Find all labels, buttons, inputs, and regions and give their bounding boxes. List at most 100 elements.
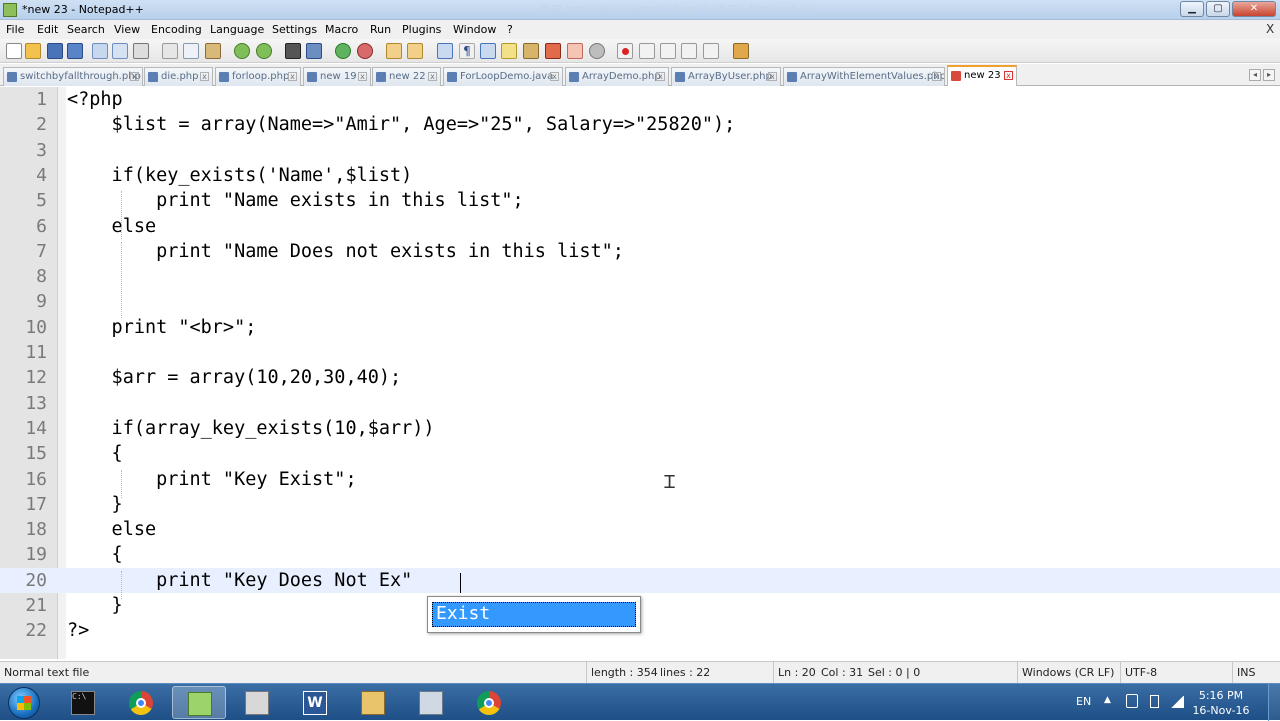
line-number: 19	[25, 544, 47, 566]
sync-horizontal-icon[interactable]	[407, 43, 423, 59]
taskbar-paint[interactable]	[346, 686, 400, 719]
redo-icon[interactable]	[256, 43, 272, 59]
record-macro-icon[interactable]	[617, 43, 633, 59]
line-number: 12	[25, 367, 47, 389]
show-desktop-button[interactable]	[1268, 684, 1280, 721]
volume-icon[interactable]	[1126, 694, 1138, 708]
open-file-icon[interactable]	[25, 43, 41, 59]
editor-area[interactable]: 1 <?php 2 $list = array(Name=>"Amir", Age…	[0, 87, 1280, 659]
print-icon[interactable]	[133, 43, 149, 59]
menu-macro[interactable]: Macro	[325, 23, 358, 36]
close-file-icon[interactable]	[92, 43, 108, 59]
save-macro-icon[interactable]	[703, 43, 719, 59]
new-file-icon[interactable]	[6, 43, 22, 59]
tab-arraybyuser[interactable]: ArrayByUser.php x	[671, 67, 781, 86]
status-encoding[interactable]: UTF-8	[1120, 662, 1157, 684]
start-button[interactable]	[4, 685, 44, 721]
taskbar-calculator[interactable]	[404, 686, 458, 719]
tab-close-icon[interactable]: x	[656, 72, 665, 81]
tab-new-22[interactable]: new 22 x	[372, 67, 441, 86]
user-defined-language-icon[interactable]	[501, 43, 517, 59]
tab-arraydemo[interactable]: ArrayDemo.php x	[565, 67, 669, 86]
zoom-in-icon[interactable]	[335, 43, 351, 59]
show-all-characters-icon[interactable]: ¶	[459, 43, 475, 59]
tab-close-icon[interactable]: x	[768, 72, 777, 81]
zoom-out-icon[interactable]	[357, 43, 373, 59]
menu-help[interactable]: ?	[507, 23, 513, 36]
taskbar-cmd[interactable]: C:\	[56, 686, 110, 719]
network-signal-icon[interactable]	[1170, 696, 1184, 708]
cut-icon[interactable]	[162, 43, 178, 59]
monitoring-icon[interactable]	[589, 43, 605, 59]
taskbar-chrome[interactable]	[114, 686, 168, 719]
menu-run[interactable]: Run	[370, 23, 391, 36]
tab-scroll-left-icon[interactable]: ◂	[1249, 69, 1261, 81]
taskbar-notepad-plus-plus[interactable]	[172, 686, 226, 719]
tab-close-icon[interactable]: x	[358, 72, 367, 81]
menu-plugins[interactable]: Plugins	[402, 23, 441, 36]
tab-close-icon[interactable]: x	[200, 72, 209, 81]
minimize-button[interactable]: ▁	[1180, 1, 1204, 17]
stop-macro-icon[interactable]	[639, 43, 655, 59]
tab-close-icon[interactable]: x	[130, 72, 139, 81]
printer-icon	[245, 691, 269, 715]
menu-search[interactable]: Search	[67, 23, 105, 36]
battery-icon[interactable]	[1150, 695, 1159, 708]
tab-close-icon[interactable]: x	[550, 72, 559, 81]
status-lines: lines : 22	[660, 666, 711, 679]
copy-icon[interactable]	[183, 43, 199, 59]
tab-forloop[interactable]: forloop.php x	[215, 67, 301, 86]
tab-new-23[interactable]: new 23 x	[947, 65, 1017, 86]
autocomplete-option[interactable]: Exist	[432, 602, 636, 627]
taskbar-chrome-2[interactable]	[462, 686, 516, 719]
plugin-icon[interactable]	[733, 43, 749, 59]
taskbar-word[interactable]: W	[288, 686, 342, 719]
find-icon[interactable]	[285, 43, 301, 59]
document-map-icon[interactable]	[523, 43, 539, 59]
code-text: }	[67, 595, 123, 616]
file-icon	[307, 72, 317, 82]
tab-close-icon[interactable]: x	[288, 72, 297, 81]
tab-close-icon[interactable]: x	[1004, 71, 1013, 80]
save-icon[interactable]	[47, 43, 63, 59]
status-insert-mode[interactable]: INS	[1232, 662, 1255, 684]
taskbar-clock[interactable]: 5:16 PM 16-Nov-16	[1188, 688, 1254, 718]
tab-close-icon[interactable]: x	[428, 72, 437, 81]
play-macro-icon[interactable]	[660, 43, 676, 59]
tab-close-icon[interactable]: x	[932, 72, 941, 81]
save-all-icon[interactable]	[67, 43, 83, 59]
file-icon	[7, 72, 17, 82]
menu-encoding[interactable]: Encoding	[151, 23, 202, 36]
close-document-button[interactable]: X	[1266, 22, 1274, 36]
tab-arraywithelementvalues[interactable]: ArrayWithElementValues.php x	[783, 67, 945, 86]
folder-as-workspace-icon[interactable]	[567, 43, 583, 59]
tab-die[interactable]: die.php x	[144, 67, 213, 86]
tab-new-19[interactable]: new 19 x	[303, 67, 371, 86]
undo-icon[interactable]	[234, 43, 250, 59]
replace-icon[interactable]	[306, 43, 322, 59]
maximize-button[interactable]: ▢	[1206, 1, 1230, 17]
close-button[interactable]: ✕	[1232, 1, 1276, 17]
menu-edit[interactable]: Edit	[37, 23, 58, 36]
taskbar-printer[interactable]	[230, 686, 284, 719]
status-eol[interactable]: Windows (CR LF)	[1017, 662, 1114, 684]
indent-guide-icon[interactable]	[480, 43, 496, 59]
function-list-icon[interactable]	[545, 43, 561, 59]
menu-file[interactable]: File	[6, 23, 24, 36]
language-indicator[interactable]: EN	[1076, 695, 1091, 708]
tray-expand-icon[interactable]: ▲	[1104, 695, 1111, 705]
tab-scroll-right-icon[interactable]: ▸	[1263, 69, 1275, 81]
command-prompt-icon: C:\	[71, 691, 95, 715]
menu-language[interactable]: Language	[210, 23, 264, 36]
sync-vertical-icon[interactable]	[386, 43, 402, 59]
tab-label: ArrayDemo.php	[582, 71, 661, 82]
menu-window[interactable]: Window	[453, 23, 496, 36]
tab-forloopdemo-java[interactable]: ForLoopDemo.java x	[443, 67, 563, 86]
paste-icon[interactable]	[205, 43, 221, 59]
word-wrap-icon[interactable]	[437, 43, 453, 59]
run-macro-multiple-icon[interactable]	[681, 43, 697, 59]
tab-switchbyfallthrough[interactable]: switchbyfallthrough.php x	[3, 67, 143, 86]
close-all-icon[interactable]	[112, 43, 128, 59]
menu-view[interactable]: View	[114, 23, 140, 36]
menu-settings[interactable]: Settings	[272, 23, 317, 36]
